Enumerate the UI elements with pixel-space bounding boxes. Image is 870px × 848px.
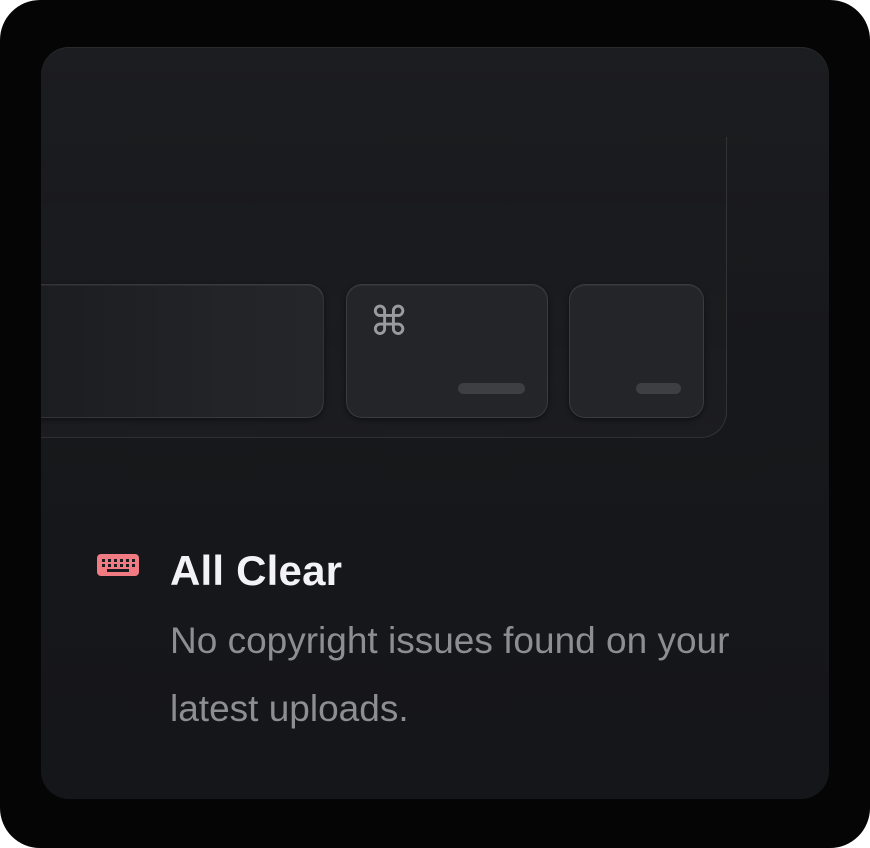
keyboard-key-wide bbox=[41, 284, 324, 418]
status-card: ⌘ All Clear No copyright issues found on… bbox=[41, 47, 829, 799]
keyboard-key-command: ⌘ bbox=[346, 284, 548, 418]
key-indicator-bar bbox=[636, 383, 681, 394]
status-description: No copyright issues found on your latest… bbox=[170, 620, 730, 729]
keyboard-key-small bbox=[569, 284, 704, 418]
keyboard-icon bbox=[97, 554, 139, 576]
key-indicator-bar bbox=[458, 383, 525, 394]
status-title: All Clear bbox=[170, 547, 343, 594]
command-icon: ⌘ bbox=[369, 299, 409, 345]
widget-frame: ⌘ All Clear No copyright issues found on… bbox=[0, 0, 870, 848]
